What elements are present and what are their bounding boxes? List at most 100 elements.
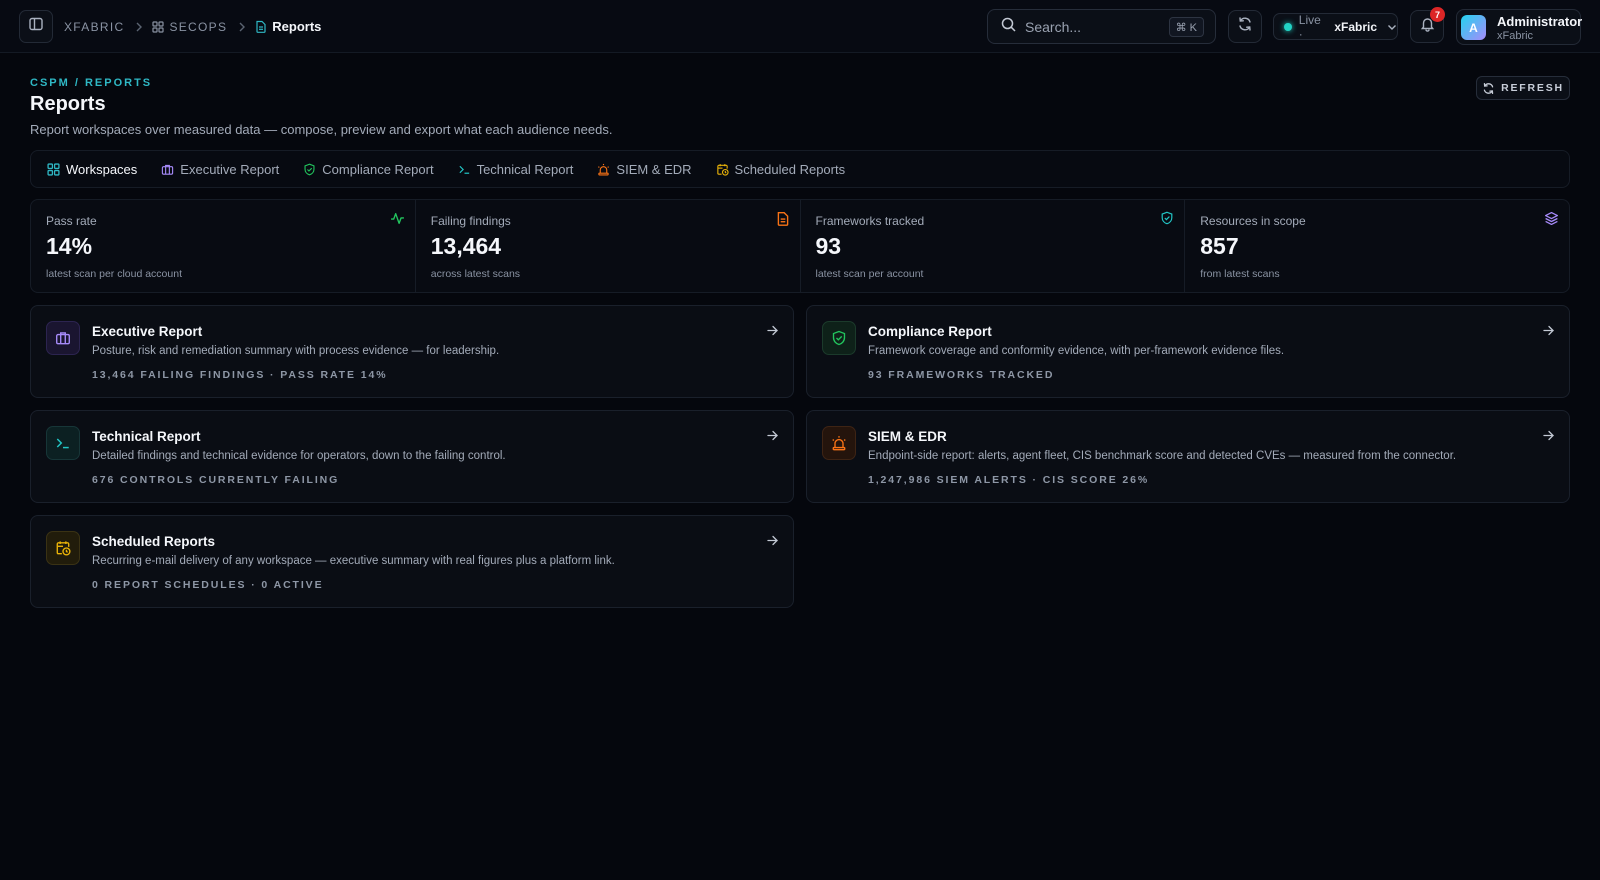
user-org: xFabric xyxy=(1497,30,1534,42)
sync-button[interactable] xyxy=(1228,10,1262,43)
stat-value: 14% xyxy=(46,233,93,259)
card-meta: 0 REPORT SCHEDULES · 0 ACTIVE xyxy=(92,579,324,591)
card-description: Endpoint-side report: alerts, agent flee… xyxy=(868,450,1457,462)
siren-icon xyxy=(597,163,616,176)
file-text-icon xyxy=(255,20,267,33)
stat-note: from latest scans xyxy=(1200,268,1280,280)
card-title: Technical Report xyxy=(92,429,201,444)
card-title: Scheduled Reports xyxy=(92,534,216,549)
card-description: Recurring e-mail delivery of any workspa… xyxy=(92,555,615,567)
card-scheduled-reports[interactable]: Scheduled Reports Recurring e-mail deliv… xyxy=(30,515,794,608)
card-siem-edr[interactable]: SIEM & EDR Endpoint-side report: alerts,… xyxy=(806,410,1570,503)
stat-note: latest scan per cloud account xyxy=(46,268,182,280)
live-status-dot xyxy=(1284,22,1292,31)
tab-scheduled-reports[interactable]: Scheduled Reports xyxy=(716,161,846,177)
card-meta: 13,464 FAILING FINDINGS · PASS RATE 14% xyxy=(92,369,388,381)
chevron-right-icon xyxy=(135,22,143,32)
card-description: Detailed findings and technical evidence… xyxy=(92,450,506,462)
refresh-icon xyxy=(1482,82,1501,95)
arrow-right-icon xyxy=(1542,429,1555,447)
arrow-right-icon xyxy=(766,429,779,447)
stat-value: 13,464 xyxy=(430,233,502,259)
stat-failing-findings: Failing findings 13,464 across latest sc… xyxy=(416,200,801,292)
tab-workspaces[interactable]: Workspaces xyxy=(47,162,137,177)
card-meta: 93 FRAMEWORKS TRACKED xyxy=(868,369,1055,381)
breadcrumb-item-reports[interactable]: Reports xyxy=(255,19,321,34)
breadcrumb: XFABRIC SECOPS Reports xyxy=(64,18,321,35)
grid-icon xyxy=(47,162,66,176)
search-shortcut-hint: ⌘ K xyxy=(1168,17,1204,37)
tab-label: Scheduled Reports xyxy=(734,161,846,177)
card-meta: 676 CONTROLS CURRENTLY FAILING xyxy=(92,474,340,486)
arrow-right-icon xyxy=(1542,324,1555,342)
page-eyebrow: CSPM / REPORTS xyxy=(30,77,153,89)
grid-icon xyxy=(152,20,165,33)
file-text-icon xyxy=(776,211,790,231)
search-input[interactable]: Search... ⌘ K xyxy=(987,9,1216,44)
tab-siem-edr[interactable]: SIEM & EDR xyxy=(597,161,692,177)
card-meta: 1,247,986 SIEM ALERTS · CIS SCORE 26% xyxy=(868,474,1150,486)
notification-count-badge: 7 xyxy=(1430,7,1445,22)
sidebar-icon xyxy=(28,16,44,37)
breadcrumb-item-secops[interactable]: SECOPS xyxy=(152,20,227,34)
shield-check-icon xyxy=(1160,211,1174,230)
tab-technical-report[interactable]: Technical Report xyxy=(458,161,574,177)
card-technical-report[interactable]: Technical Report Detailed findings and t… xyxy=(30,410,794,503)
shield-check-icon xyxy=(822,321,856,355)
tab-executive-report[interactable]: Executive Report xyxy=(161,162,279,177)
card-executive-report[interactable]: Executive Report Posture, risk and remed… xyxy=(30,305,794,398)
stat-label: Resources in scope xyxy=(1200,214,1306,228)
tab-label: SIEM & EDR xyxy=(616,161,692,177)
terminal-icon xyxy=(458,163,477,176)
chevron-right-icon xyxy=(238,22,246,32)
stat-value: 93 xyxy=(815,233,842,259)
arrow-right-icon xyxy=(766,534,779,552)
refresh-icon xyxy=(1237,16,1253,37)
search-placeholder: Search... xyxy=(1025,18,1082,35)
card-title: Compliance Report xyxy=(868,324,992,339)
calendar-clock-icon xyxy=(716,163,735,176)
stat-label: Failing findings xyxy=(430,214,511,228)
stat-label: Pass rate xyxy=(46,214,97,228)
stat-frameworks-tracked: Frameworks tracked 93 latest scan per ac… xyxy=(801,200,1186,292)
tab-compliance-report[interactable]: Compliance Report xyxy=(303,161,434,177)
layers-icon xyxy=(1544,211,1559,231)
live-label: Live · xyxy=(1298,12,1321,41)
page-subtitle: Report workspaces over measured data — c… xyxy=(30,122,613,137)
refresh-label: REFRESH xyxy=(1501,82,1564,94)
refresh-button[interactable]: REFRESH xyxy=(1476,76,1570,100)
tab-label: Compliance Report xyxy=(322,161,434,177)
stat-resources-in-scope: Resources in scope 857 from latest scans xyxy=(1185,200,1569,292)
user-menu[interactable]: A Administrator xFabric xyxy=(1456,9,1583,45)
chevron-down-icon xyxy=(1387,23,1397,31)
siren-icon xyxy=(822,426,856,460)
stat-note: latest scan per account xyxy=(815,268,924,280)
shield-check-icon xyxy=(303,163,322,176)
search-icon xyxy=(1001,17,1016,37)
top-bar: XFABRIC SECOPS Reports Search... ⌘ K Liv… xyxy=(0,0,1600,53)
card-compliance-report[interactable]: Compliance Report Framework coverage and… xyxy=(806,305,1570,398)
stat-label: Frameworks tracked xyxy=(815,214,925,228)
stat-pass-rate: Pass rate 14% latest scan per cloud acco… xyxy=(31,200,416,292)
live-org-name: xFabric xyxy=(1334,19,1377,34)
stat-note: across latest scans xyxy=(430,268,521,280)
briefcase-icon xyxy=(161,163,180,176)
tab-label: Workspaces xyxy=(66,161,138,177)
breadcrumb-item-xfabric[interactable]: XFABRIC xyxy=(64,20,124,34)
stats-strip: Pass rate 14% latest scan per cloud acco… xyxy=(30,199,1570,293)
page-title: Reports xyxy=(30,93,106,115)
report-tabs: Workspaces Executive Report Compliance R… xyxy=(30,150,1570,188)
environment-selector[interactable]: Live · xFabric xyxy=(1273,12,1398,41)
card-description: Framework coverage and conformity eviden… xyxy=(868,345,1285,357)
briefcase-icon xyxy=(46,321,80,355)
tab-label: Executive Report xyxy=(180,161,280,177)
tab-label: Technical Report xyxy=(476,161,574,177)
stat-value: 857 xyxy=(1200,233,1239,259)
card-description: Posture, risk and remediation summary wi… xyxy=(92,345,500,357)
card-title: SIEM & EDR xyxy=(868,429,947,444)
activity-icon xyxy=(390,211,405,231)
sidebar-toggle-button[interactable] xyxy=(19,10,53,43)
breadcrumb-secops-label: SECOPS xyxy=(169,19,228,34)
user-name: Administrator xyxy=(1497,14,1583,29)
arrow-right-icon xyxy=(766,324,779,342)
